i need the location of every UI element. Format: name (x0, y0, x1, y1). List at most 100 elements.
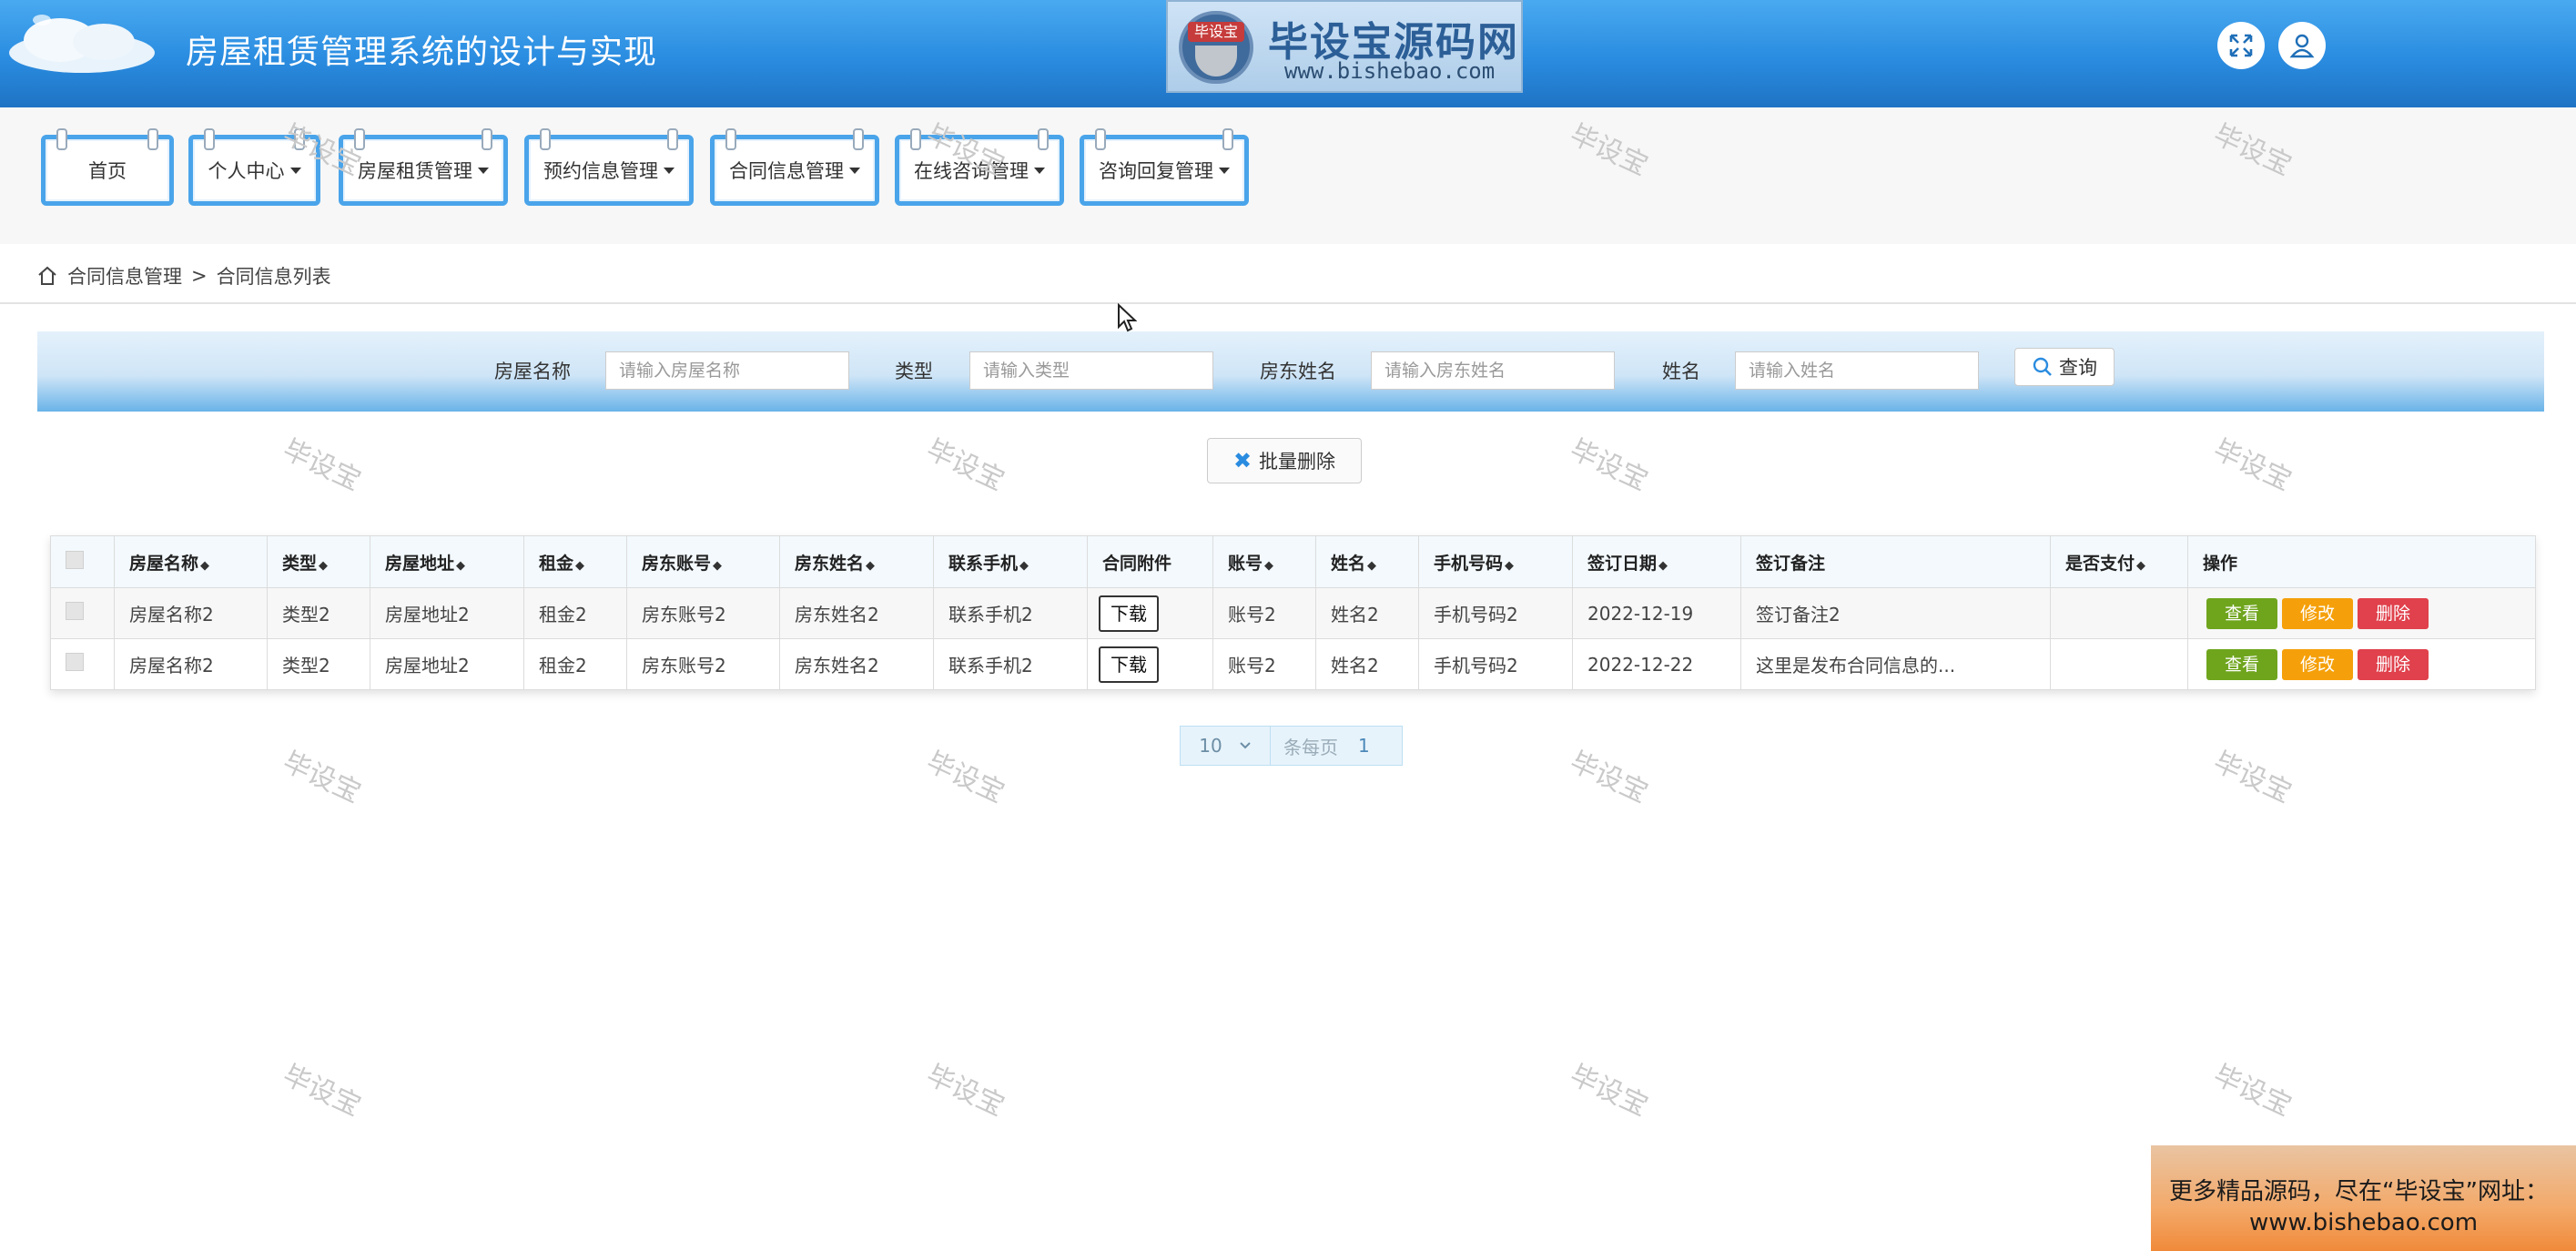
column-header[interactable]: 房东账号 ◆ (626, 535, 780, 588)
sort-icon[interactable]: ◆ (319, 559, 328, 573)
cell-value: 租金2 (539, 604, 587, 626)
binder-ring (910, 128, 921, 150)
page-size-select[interactable]: 10 (1181, 727, 1271, 765)
table-cell: 这里是发布合同信息的... (1740, 638, 2051, 690)
sort-icon[interactable]: ◆ (1367, 559, 1376, 573)
nav-home-button[interactable]: 首页 (41, 128, 174, 206)
column-header[interactable]: 是否支付 ◆ (2050, 535, 2188, 588)
nav-contract-button[interactable]: 合同信息管理 (710, 128, 879, 206)
column-header-label: 房东账号 (642, 553, 712, 574)
column-header-label: 合同附件 (1102, 553, 1172, 574)
watermark: 毕设宝 (1565, 433, 1653, 498)
table-cell: 类型2 (267, 587, 370, 639)
table-cell (2050, 587, 2188, 639)
edit-button[interactable]: 修改 (2282, 597, 2353, 629)
batch-delete-button[interactable]: ✖ 批量删除 (1207, 438, 1362, 483)
page-number-1[interactable]: 1 (1358, 735, 1370, 757)
edit-button[interactable]: 修改 (2282, 648, 2353, 680)
promo-url: www.bishebao.com (2248, 1209, 2479, 1236)
column-header-label: 联系手机 (948, 553, 1019, 574)
binder-ring (204, 128, 215, 150)
logo-url: www.bishebao.com (1284, 58, 1496, 84)
sort-icon[interactable]: ◆ (713, 559, 722, 573)
cell-value: 房东账号2 (642, 604, 726, 626)
download-button[interactable]: 下载 (1099, 595, 1159, 632)
binder-ring (56, 128, 67, 150)
breadcrumb-section[interactable]: 合同信息管理 (67, 262, 182, 290)
contract-table: 房屋名称 ◆ 类型 ◆ 房屋地址 ◆ 租金 ◆ 房东账号 ◆ 房东姓名 ◆ 联系手机 ◆ 合同附件 账号 ◆ 姓名… (50, 535, 2536, 690)
table-cell: 房屋地址2 (370, 638, 524, 690)
download-button[interactable]: 下载 (1099, 646, 1159, 683)
user-button[interactable] (2278, 22, 2326, 69)
watermark: 毕设宝 (921, 433, 1009, 498)
sort-icon[interactable]: ◆ (866, 559, 875, 573)
column-header[interactable]: 租金 ◆ (523, 535, 627, 588)
house-name-input[interactable] (605, 351, 849, 390)
column-header: 合同附件 (1087, 535, 1213, 588)
query-label: 查询 (2059, 357, 2097, 379)
caret-down-icon (1219, 167, 1230, 174)
row-checkbox[interactable] (66, 602, 84, 620)
binder-ring (667, 128, 678, 150)
watermark: 毕设宝 (2208, 746, 2297, 810)
watermark: 毕设宝 (2208, 433, 2297, 498)
fullscreen-icon (2229, 34, 2253, 57)
column-header[interactable]: 房东姓名 ◆ (779, 535, 934, 588)
column-header[interactable]: 房屋地址 ◆ (370, 535, 524, 588)
name-input[interactable] (1735, 351, 1979, 390)
view-button[interactable]: 查看 (2206, 597, 2277, 629)
cell-value: 2022-12-19 (1587, 602, 1694, 625)
cell-value: 账号2 (1228, 655, 1276, 676)
sort-icon[interactable]: ◆ (1264, 559, 1273, 573)
sort-icon[interactable]: ◆ (1019, 559, 1029, 573)
column-header[interactable]: 手机号码 ◆ (1418, 535, 1573, 588)
delete-button[interactable]: 删除 (2358, 597, 2429, 629)
column-header[interactable]: 联系手机 ◆ (933, 535, 1088, 588)
app-header: 房屋租赁管理系统的设计与实现 毕设宝 毕设宝源码网 www.bishebao.c… (0, 0, 2576, 107)
cell-value: 这里是发布合同信息的... (1756, 655, 1956, 676)
sort-icon[interactable]: ◆ (2136, 559, 2145, 573)
column-header[interactable]: 姓名 ◆ (1315, 535, 1419, 588)
caret-down-icon (1034, 167, 1045, 174)
table-cell: 账号2 (1212, 587, 1316, 639)
breadcrumb: 合同信息管理 > 合同信息列表 (36, 262, 331, 290)
delete-button[interactable]: 删除 (2358, 648, 2429, 680)
cell-value: 2022-12-22 (1587, 653, 1694, 676)
data-table-container: 房屋名称 ◆ 类型 ◆ 房屋地址 ◆ 租金 ◆ 房东账号 ◆ 房东姓名 ◆ 联系手机 ◆ 合同附件 账号 ◆ 姓名… (50, 535, 2536, 690)
fullscreen-button[interactable] (2217, 22, 2265, 69)
column-header[interactable]: 房屋名称 ◆ (114, 535, 268, 588)
search-icon (2033, 357, 2052, 376)
table-cell: 下载 (1087, 587, 1213, 639)
sort-icon[interactable]: ◆ (200, 559, 209, 573)
column-header[interactable]: 签订日期 ◆ (1572, 535, 1741, 588)
sort-icon[interactable]: ◆ (1505, 559, 1514, 573)
sort-icon[interactable]: ◆ (575, 559, 584, 573)
table-cell: 联系手机2 (933, 587, 1088, 639)
table-cell: 房东姓名2 (779, 587, 934, 639)
home-icon[interactable] (36, 265, 58, 287)
query-button[interactable]: 查询 (2014, 348, 2115, 386)
view-button[interactable]: 查看 (2206, 648, 2277, 680)
column-header-label: 租金 (539, 553, 574, 574)
sort-icon[interactable]: ◆ (1658, 559, 1668, 573)
row-checkbox[interactable] (66, 653, 84, 671)
logo-badge-text: 毕设宝 (1188, 22, 1244, 42)
binder-ring (1095, 128, 1106, 150)
type-input[interactable] (969, 351, 1213, 390)
binder-ring (482, 128, 492, 150)
cloud-logo-icon (9, 15, 155, 73)
table-header-row: 房屋名称 ◆ 类型 ◆ 房屋地址 ◆ 租金 ◆ 房东账号 ◆ 房东姓名 ◆ 联系手机 ◆ 合同附件 账号 ◆ 姓名… (50, 535, 2536, 588)
sort-icon[interactable]: ◆ (456, 559, 465, 573)
table-cell: 手机号码2 (1418, 587, 1573, 639)
column-header[interactable]: 账号 ◆ (1212, 535, 1316, 588)
landlord-name-input[interactable] (1371, 351, 1615, 390)
column-header[interactable]: 类型 ◆ (267, 535, 370, 588)
nav-label: 个人中心 (208, 160, 285, 182)
nav-reservation-button[interactable]: 预约信息管理 (524, 128, 694, 206)
nav-consult-reply-button[interactable]: 咨询回复管理 (1080, 128, 1249, 206)
select-all-checkbox[interactable] (66, 550, 84, 569)
cell-value: 姓名2 (1331, 604, 1379, 626)
table-cell: 2022-12-19 (1572, 587, 1741, 639)
table-cell: 类型2 (267, 638, 370, 690)
binder-ring (725, 128, 736, 150)
